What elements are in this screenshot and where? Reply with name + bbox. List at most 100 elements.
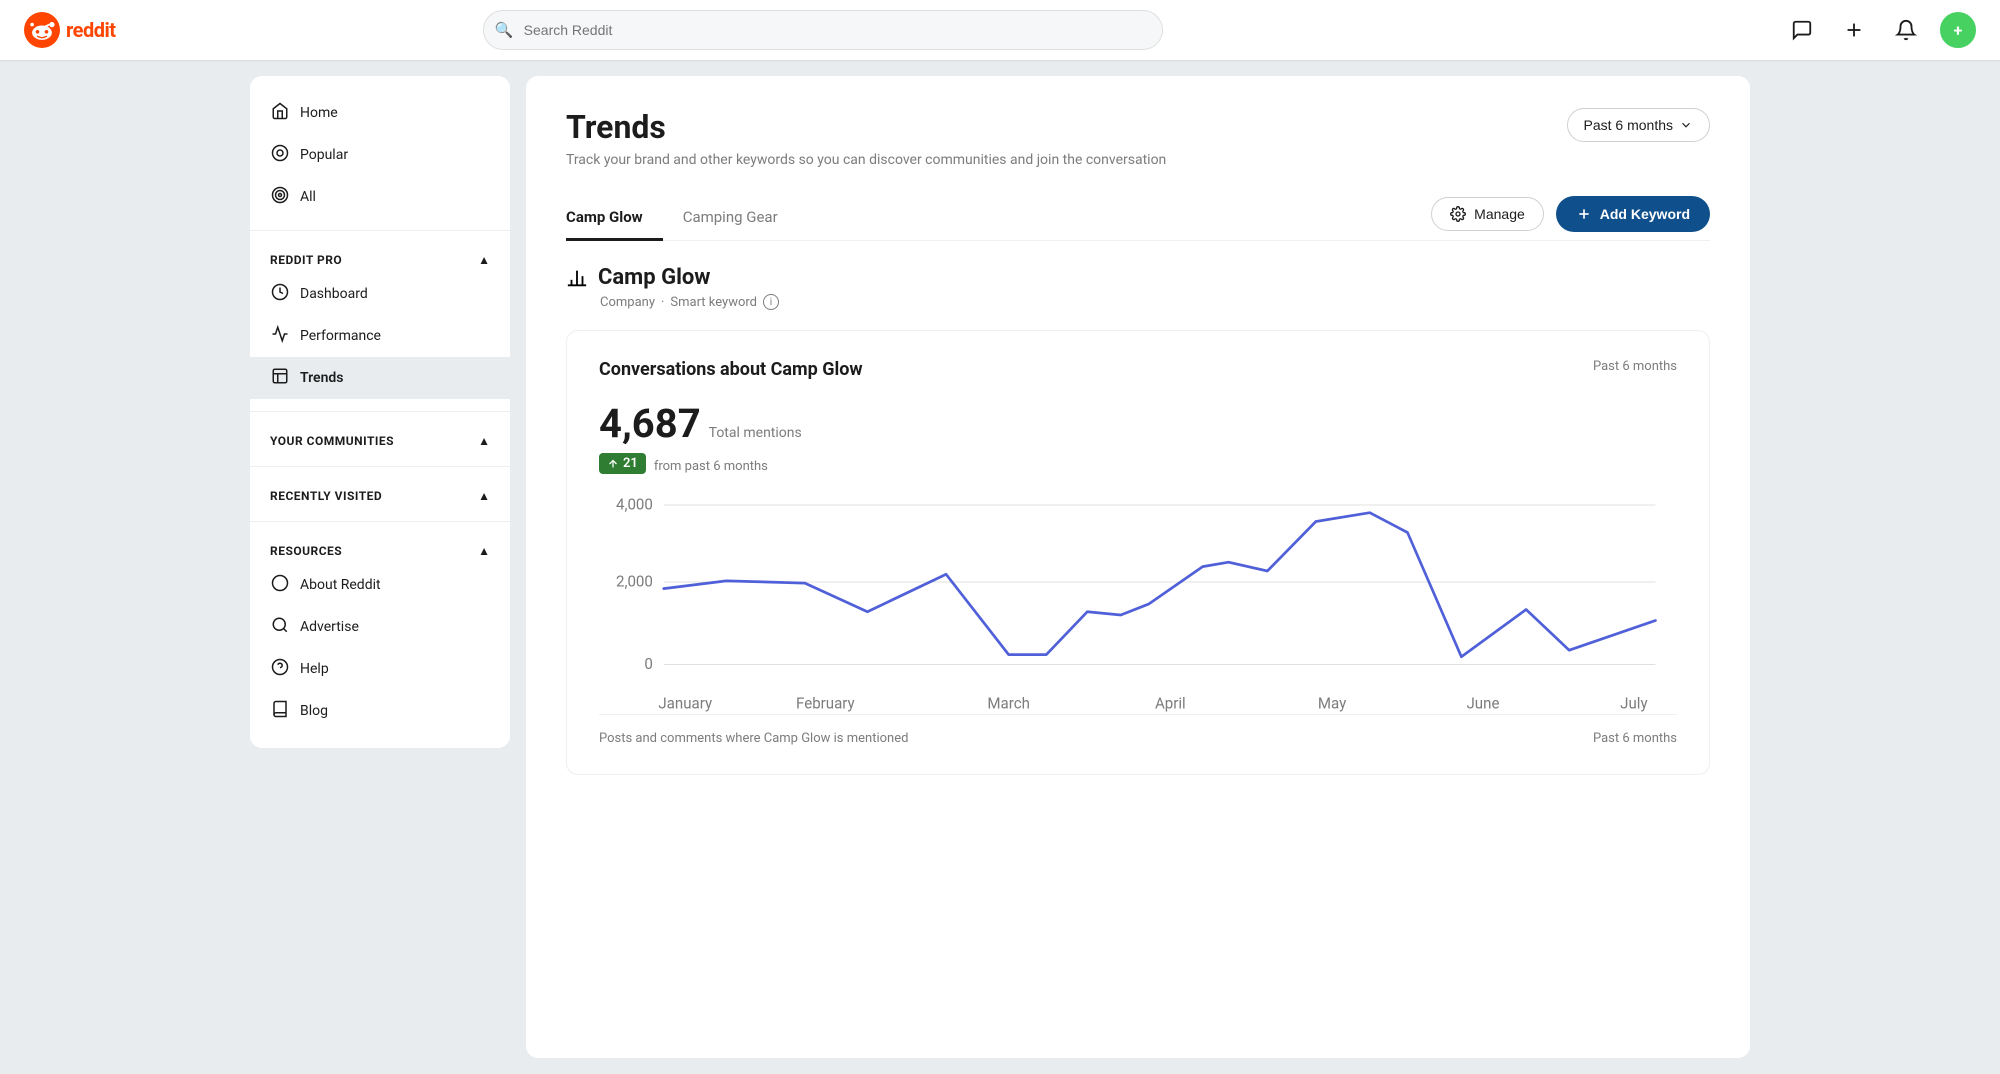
page-layout: Home Popular All REDDIT PRO ▲ bbox=[250, 60, 1750, 1074]
tabs-actions: Manage Add Keyword bbox=[1431, 196, 1710, 240]
trends-icon bbox=[270, 367, 290, 389]
change-value: 21 bbox=[623, 456, 638, 471]
sidebar-divider-1 bbox=[250, 230, 510, 231]
performance-icon bbox=[270, 325, 290, 347]
total-mentions-row: 4,687 Total mentions bbox=[599, 400, 1677, 447]
sidebar-item-home[interactable]: Home bbox=[250, 92, 510, 134]
sidebar-item-popular-label: Popular bbox=[300, 147, 348, 163]
keyword-name: Camp Glow bbox=[598, 265, 710, 290]
chat-icon bbox=[1791, 19, 1813, 41]
main-content: Trends Track your brand and other keywor… bbox=[526, 76, 1750, 1058]
recently-visited-header[interactable]: RECENTLY VISITED ▲ bbox=[250, 479, 510, 509]
sidebar-item-all[interactable]: All bbox=[250, 176, 510, 218]
chart-period: Past 6 months bbox=[1593, 359, 1677, 374]
svg-text:4,000: 4,000 bbox=[616, 495, 653, 513]
help-icon bbox=[270, 658, 290, 680]
change-period: from past 6 months bbox=[654, 459, 768, 474]
add-keyword-button[interactable]: Add Keyword bbox=[1556, 196, 1710, 232]
manage-button[interactable]: Manage bbox=[1431, 197, 1544, 231]
recently-visited-section: RECENTLY VISITED ▲ bbox=[250, 475, 510, 513]
sidebar-divider-4 bbox=[250, 521, 510, 522]
tab-camp-glow[interactable]: Camp Glow bbox=[566, 196, 663, 241]
svg-text:July: July bbox=[1620, 694, 1648, 712]
your-communities-label: YOUR COMMUNITIES bbox=[270, 434, 394, 448]
reddit-logo-text: reddit bbox=[66, 18, 116, 42]
svg-text:January: January bbox=[658, 694, 713, 712]
chat-button[interactable] bbox=[1784, 12, 1820, 48]
sidebar-item-about[interactable]: About Reddit bbox=[250, 564, 510, 606]
reddit-pro-header[interactable]: REDDIT PRO ▲ bbox=[250, 243, 510, 273]
sidebar-item-advertise[interactable]: Advertise bbox=[250, 606, 510, 648]
keyword-type: Company bbox=[600, 295, 655, 310]
chart-title: Conversations about Camp Glow bbox=[599, 359, 863, 380]
tab-camping-gear-label: Camping Gear bbox=[683, 208, 778, 226]
add-keyword-label: Add Keyword bbox=[1600, 206, 1690, 222]
popular-icon bbox=[270, 144, 290, 166]
sidebar-item-help[interactable]: Help bbox=[250, 648, 510, 690]
sidebar: Home Popular All REDDIT PRO ▲ bbox=[250, 76, 510, 748]
sidebar-item-performance[interactable]: Performance bbox=[250, 315, 510, 357]
resources-section: RESOURCES ▲ About Reddit Advertise Help bbox=[250, 530, 510, 736]
svg-text:June: June bbox=[1466, 694, 1499, 712]
sidebar-item-trends[interactable]: Trends bbox=[250, 357, 510, 399]
user-avatar[interactable]: + bbox=[1940, 12, 1976, 48]
keyword-info-icon[interactable]: i bbox=[763, 294, 779, 310]
trends-header: Trends Track your brand and other keywor… bbox=[566, 108, 1710, 168]
resources-header[interactable]: RESOURCES ▲ bbox=[250, 534, 510, 564]
posts-footer-left: Posts and comments where Camp Glow is me… bbox=[599, 731, 908, 746]
logo-area: reddit bbox=[24, 12, 164, 48]
tab-camping-gear[interactable]: Camping Gear bbox=[663, 196, 798, 241]
change-row: 21 from past 6 months bbox=[599, 453, 1677, 474]
nav-actions: + bbox=[1784, 12, 1976, 48]
notifications-button[interactable] bbox=[1888, 12, 1924, 48]
posts-footer-right: Past 6 months bbox=[1593, 731, 1677, 746]
sidebar-item-performance-label: Performance bbox=[300, 328, 381, 344]
reddit-pro-label: REDDIT PRO bbox=[270, 253, 342, 267]
sidebar-item-dashboard[interactable]: Dashboard bbox=[250, 273, 510, 315]
sidebar-item-blog-label: Blog bbox=[300, 703, 328, 719]
main-nav-section: Home Popular All bbox=[250, 88, 510, 222]
gear-icon bbox=[1450, 206, 1466, 222]
advertise-icon bbox=[270, 616, 290, 638]
your-communities-header[interactable]: YOUR COMMUNITIES ▲ bbox=[250, 424, 510, 454]
svg-text:March: March bbox=[987, 694, 1030, 712]
svg-text:May: May bbox=[1318, 694, 1347, 712]
time-filter-button[interactable]: Past 6 months bbox=[1567, 108, 1711, 142]
sidebar-item-home-label: Home bbox=[300, 105, 338, 121]
search-input[interactable] bbox=[483, 10, 1163, 50]
reddit-pro-section: REDDIT PRO ▲ Dashboard Performance Tren bbox=[250, 239, 510, 403]
page-title: Trends bbox=[566, 108, 1166, 146]
trends-title-area: Trends Track your brand and other keywor… bbox=[566, 108, 1166, 168]
search-icon: 🔍 bbox=[495, 21, 514, 39]
sidebar-item-blog[interactable]: Blog bbox=[250, 690, 510, 732]
bell-icon bbox=[1895, 19, 1917, 41]
tabs-row: Camp Glow Camping Gear Manage Add Keywor… bbox=[566, 196, 1710, 241]
total-mentions-label: Total mentions bbox=[709, 425, 802, 441]
line-chart-svg: 4,000 2,000 0 January February March Apr… bbox=[599, 494, 1677, 714]
sidebar-item-popular[interactable]: Popular bbox=[250, 134, 510, 176]
chart-area: 4,000 2,000 0 January February March Apr… bbox=[599, 494, 1677, 714]
recently-visited-label: RECENTLY VISITED bbox=[270, 489, 382, 503]
keyword-header: Camp Glow bbox=[566, 265, 1710, 290]
time-filter-label: Past 6 months bbox=[1584, 117, 1674, 133]
recently-visited-collapse-icon: ▲ bbox=[478, 489, 490, 503]
posts-footer: Posts and comments where Camp Glow is me… bbox=[599, 714, 1677, 746]
dashboard-icon bbox=[270, 283, 290, 305]
keyword-tag: Smart keyword bbox=[670, 295, 757, 310]
svg-text:April: April bbox=[1155, 694, 1186, 712]
tabs-list: Camp Glow Camping Gear bbox=[566, 196, 798, 240]
resources-collapse-icon: ▲ bbox=[478, 544, 490, 558]
resources-label: RESOURCES bbox=[270, 544, 342, 558]
add-button[interactable] bbox=[1836, 12, 1872, 48]
chart-card: Conversations about Camp Glow Past 6 mon… bbox=[566, 330, 1710, 775]
bar-chart-icon bbox=[566, 267, 588, 289]
sidebar-item-about-label: About Reddit bbox=[300, 577, 381, 593]
sidebar-item-advertise-label: Advertise bbox=[300, 619, 359, 635]
chart-header: Conversations about Camp Glow Past 6 mon… bbox=[599, 359, 1677, 380]
reddit-pro-collapse-icon: ▲ bbox=[478, 253, 490, 267]
sidebar-item-help-label: Help bbox=[300, 661, 329, 677]
chart-stats: 4,687 Total mentions 21 from past 6 mont… bbox=[599, 400, 1677, 474]
search-bar: 🔍 bbox=[483, 10, 1163, 50]
manage-label: Manage bbox=[1474, 206, 1525, 222]
blog-icon bbox=[270, 700, 290, 722]
